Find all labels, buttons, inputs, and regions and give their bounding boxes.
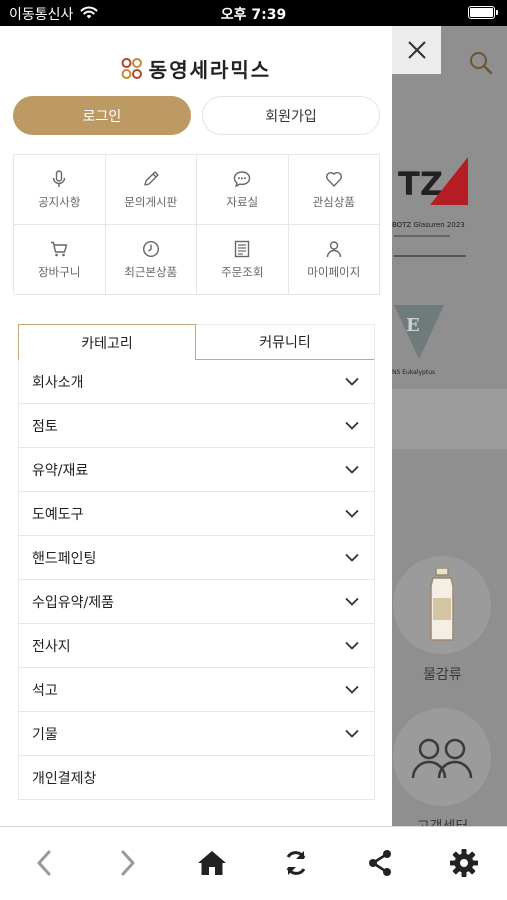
quick-inquiry-label: 문의게시판 xyxy=(124,194,178,209)
tab-category[interactable]: 카테고리 xyxy=(18,324,196,360)
chevron-down-icon xyxy=(345,377,359,386)
category-label: 개인결제창 xyxy=(32,770,97,787)
chat-bubble-icon xyxy=(234,170,251,187)
category-label: 핸드페인팅 xyxy=(32,550,97,567)
category-label: 수입유약/제품 xyxy=(32,594,114,611)
quick-orders[interactable]: 주문조회 xyxy=(197,225,289,295)
quick-orders-label: 주문조회 xyxy=(221,264,264,279)
category-item[interactable]: 전사지 xyxy=(19,624,374,668)
chevron-down-icon xyxy=(345,421,359,430)
home-button[interactable] xyxy=(194,845,230,881)
tab-community[interactable]: 커뮤니티 xyxy=(196,324,375,360)
quick-recent-label: 최근본상품 xyxy=(124,264,178,279)
chevron-down-icon xyxy=(345,597,359,606)
quick-recent[interactable]: 최근본상품 xyxy=(105,225,197,295)
gear-icon xyxy=(450,849,478,877)
chevron-down-icon xyxy=(345,641,359,650)
quick-inquiry[interactable]: 문의게시판 xyxy=(105,155,197,225)
category-label: 도예도구 xyxy=(32,506,84,523)
close-icon xyxy=(407,41,426,59)
brand-logo[interactable]: 동영세라믹스 xyxy=(0,54,392,83)
background-banner-eukalyptus: E NS Eukalyptus xyxy=(390,301,507,451)
refresh-button[interactable] xyxy=(278,845,314,881)
chevron-down-icon xyxy=(345,553,359,562)
bottom-toolbar xyxy=(0,826,507,900)
clock-icon xyxy=(142,240,159,257)
auth-buttons: 로그인 회원가입 xyxy=(13,96,380,136)
quick-notice-label: 공지사항 xyxy=(38,194,81,209)
quick-cart-label: 장바구니 xyxy=(38,264,81,279)
category-item[interactable]: 점토 xyxy=(19,404,374,448)
brand-name: 동영세라믹스 xyxy=(148,58,272,82)
banner2-subtitle: NS Eukalyptus xyxy=(392,369,436,376)
category-item[interactable]: 회사소개 xyxy=(19,360,374,404)
category-item[interactable]: 유약/재료 xyxy=(19,448,374,492)
battery-icon xyxy=(468,6,498,19)
category-item[interactable]: 핸드페인팅 xyxy=(19,536,374,580)
clock-time: 오후 7:39 xyxy=(220,7,287,23)
category-label: 점토 xyxy=(32,418,58,435)
chevron-down-icon xyxy=(345,685,359,694)
paint-tile xyxy=(393,556,491,654)
side-menu-drawer: 동영세라믹스 로그인 회원가입 공지사항 문의게시판 자료실 관심상품 장바구니… xyxy=(0,26,392,826)
banner-subtitle: BOTZ Glasuren 2023 xyxy=(392,221,465,229)
logo-rings-icon xyxy=(121,57,142,79)
customer-center-tile xyxy=(393,708,491,806)
mic-icon xyxy=(53,169,66,187)
chevron-right-icon xyxy=(121,850,135,876)
customer-center-label: 고객센터 xyxy=(390,816,495,826)
back-button[interactable] xyxy=(26,845,62,881)
pencil-icon xyxy=(144,170,159,186)
quick-cart[interactable]: 장바구니 xyxy=(14,225,106,295)
category-label: 기물 xyxy=(32,726,58,743)
status-bar: 이동통신사 오후 7:39 xyxy=(0,0,507,26)
paint-label: 물감류 xyxy=(423,667,462,683)
chevron-left-icon xyxy=(37,850,51,876)
refresh-icon xyxy=(286,851,306,875)
forward-button[interactable] xyxy=(110,845,146,881)
category-item[interactable]: 석고 xyxy=(19,668,374,712)
background-banner-botz: TZ BOTZ Glasuren 2023 xyxy=(390,151,507,301)
menu-tabs: 카테고리 커뮤니티 xyxy=(18,324,375,360)
signup-button[interactable]: 회원가입 xyxy=(202,96,380,135)
chevron-down-icon xyxy=(345,465,359,474)
people-icon xyxy=(411,738,473,779)
share-button[interactable] xyxy=(362,845,398,881)
category-list: 회사소개 점토 유약/재료 도예도구 핸드페인팅 수입유약/제품 전사지 석고 … xyxy=(18,360,375,800)
category-label: 회사소개 xyxy=(32,374,84,391)
close-menu-button[interactable] xyxy=(392,26,441,74)
chevron-down-icon xyxy=(345,509,359,518)
category-item[interactable]: 수입유약/제품 xyxy=(19,580,374,624)
quick-menu-grid: 공지사항 문의게시판 자료실 관심상품 장바구니 최근본상품 주문조회 마이페이… xyxy=(13,154,380,295)
quick-wishlist[interactable]: 관심상품 xyxy=(288,155,380,225)
heart-icon xyxy=(325,171,342,187)
background-page: TZ BOTZ Glasuren 2023 E NS Eukalyptus 물감… xyxy=(390,26,507,826)
login-button[interactable]: 로그인 xyxy=(13,96,191,135)
home-icon xyxy=(198,851,226,875)
quick-mypage-label: 마이페이지 xyxy=(307,264,361,279)
person-icon xyxy=(326,240,341,257)
category-item[interactable]: 개인결제창 xyxy=(19,756,374,800)
bottle-icon xyxy=(430,568,454,641)
banner-logo-icon: E xyxy=(394,305,444,359)
category-item[interactable]: 기물 xyxy=(19,712,374,756)
quick-archive-label: 자료실 xyxy=(226,194,259,209)
cart-icon xyxy=(51,241,68,256)
settings-button[interactable] xyxy=(446,845,482,881)
quick-archive[interactable]: 자료실 xyxy=(197,155,289,225)
category-item[interactable]: 도예도구 xyxy=(19,492,374,536)
document-list-icon xyxy=(235,240,250,257)
chevron-down-icon xyxy=(345,729,359,738)
banner-triangle-icon xyxy=(430,157,468,205)
category-label: 전사지 xyxy=(32,638,71,655)
quick-mypage[interactable]: 마이페이지 xyxy=(288,225,380,295)
category-label: 석고 xyxy=(32,682,58,699)
share-icon xyxy=(369,850,391,876)
category-label: 유약/재료 xyxy=(32,462,89,479)
search-icon xyxy=(468,50,494,80)
quick-notice[interactable]: 공지사항 xyxy=(14,155,106,225)
quick-wishlist-label: 관심상품 xyxy=(312,194,355,209)
svg-text:E: E xyxy=(406,315,420,336)
